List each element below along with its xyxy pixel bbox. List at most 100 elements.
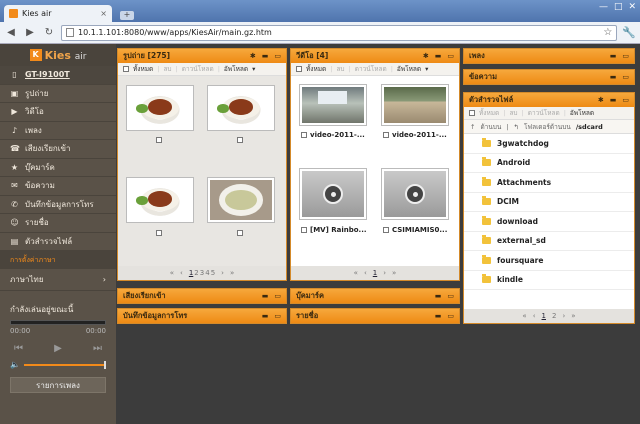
address-bar[interactable]: 10.1.1.101:8080/www/apps/KiesAir/main.gz… xyxy=(61,24,618,41)
minimize-panel-icon[interactable]: ▬ xyxy=(262,292,269,300)
maximize-panel-icon[interactable]: ▭ xyxy=(622,73,629,81)
prev-page-icon[interactable]: ‹ xyxy=(180,269,183,277)
sidebar-item-call-log[interactable]: ✆ บันทึกข้อมูลการโทร xyxy=(0,196,116,214)
volume-knob[interactable] xyxy=(104,360,106,369)
first-page-icon[interactable]: « xyxy=(170,269,174,277)
delete-button[interactable]: ลบ xyxy=(163,64,171,74)
page-link[interactable]: 3 xyxy=(200,269,204,277)
chevron-down-icon[interactable]: ▾ xyxy=(425,65,428,73)
folder-row[interactable]: foursquare xyxy=(464,251,634,271)
folder-row[interactable]: download xyxy=(464,212,634,232)
folder-row[interactable]: 3gwatchdog xyxy=(464,134,634,154)
upload-button[interactable]: อัพโหลด xyxy=(397,64,421,74)
bookmark-star-icon[interactable]: ☆ xyxy=(603,27,612,38)
folder-row[interactable]: Attachments xyxy=(464,173,634,193)
delete-button[interactable]: ลบ xyxy=(336,64,344,74)
first-page-icon[interactable]: « xyxy=(354,269,358,277)
sidebar-item-message[interactable]: ✉ ข้อความ xyxy=(0,177,116,196)
photo-thumbnail[interactable] xyxy=(126,85,194,131)
photo-thumbnail[interactable] xyxy=(207,85,275,131)
minimize-panel-icon[interactable]: ▬ xyxy=(262,312,269,320)
select-all-checkbox[interactable] xyxy=(123,66,129,72)
folder-row[interactable]: external_sd xyxy=(464,232,634,251)
sidebar-item-music[interactable]: ♪ เพลง xyxy=(0,122,116,140)
next-track-icon[interactable]: ⏭ xyxy=(93,343,102,354)
video-thumbnail[interactable] xyxy=(299,84,367,126)
url-text[interactable]: 10.1.1.101:8080/www/apps/KiesAir/main.gz… xyxy=(78,28,603,37)
folder-row[interactable]: Android xyxy=(464,154,634,173)
playlist-button[interactable]: รายการเพลง xyxy=(10,377,106,393)
reload-icon[interactable]: ↻ xyxy=(42,26,56,40)
minimize-panel-icon[interactable]: ▬ xyxy=(435,52,442,60)
prev-page-icon[interactable]: ‹ xyxy=(533,312,536,320)
sidebar-item-bookmark[interactable]: ★ บุ๊คมาร์ค xyxy=(0,159,116,177)
chevron-down-icon[interactable]: ▾ xyxy=(252,65,255,73)
select-all-label[interactable]: ทั้งหมด xyxy=(306,64,326,74)
download-button[interactable]: ดาวน์โหลด xyxy=(528,108,560,118)
page-link[interactable]: 2 xyxy=(194,269,198,277)
photo-checkbox[interactable] xyxy=(156,137,162,143)
video-thumbnail[interactable] xyxy=(381,168,449,220)
select-all-label[interactable]: ทั้งหมด xyxy=(479,108,499,118)
page-link[interactable]: 4 xyxy=(205,269,209,277)
delete-button[interactable]: ลบ xyxy=(509,108,517,118)
last-page-icon[interactable]: » xyxy=(571,312,575,320)
last-page-icon[interactable]: » xyxy=(230,269,234,277)
tab-close-icon[interactable]: × xyxy=(100,9,107,18)
minimize-panel-icon[interactable]: ▬ xyxy=(435,292,442,300)
minimize-panel-icon[interactable]: ▬ xyxy=(262,52,269,60)
photo-thumbnail[interactable] xyxy=(126,177,194,223)
page-link[interactable]: 1 xyxy=(373,269,377,277)
minimize-panel-icon[interactable]: ▬ xyxy=(610,73,617,81)
video-thumbnail[interactable] xyxy=(299,168,367,220)
photo-checkbox[interactable] xyxy=(156,230,162,236)
page-link[interactable]: 1 xyxy=(542,312,546,320)
upload-button[interactable]: อัพโหลด xyxy=(570,108,594,118)
volume-slider[interactable] xyxy=(23,360,106,369)
back-icon[interactable]: ◀ xyxy=(4,26,18,40)
video-label[interactable]: video-2011-... xyxy=(383,131,447,139)
video-thumbnail[interactable] xyxy=(381,84,449,126)
minimize-panel-icon[interactable]: ▬ xyxy=(610,96,617,104)
photo-checkbox[interactable] xyxy=(237,230,243,236)
video-label[interactable]: video-2011-... xyxy=(301,131,365,139)
page-link[interactable]: 2 xyxy=(552,312,556,320)
upload-button[interactable]: อัพโหลด xyxy=(224,64,248,74)
folder-row[interactable]: kindle xyxy=(464,271,634,290)
sidebar-item-file-explorer[interactable]: ▤ ตัวสำรวจไฟล์ xyxy=(0,233,116,251)
video-label[interactable]: [MV] Rainbo... xyxy=(301,226,367,234)
window-close-icon[interactable]: ✕ xyxy=(628,2,636,12)
download-button[interactable]: ดาวน์โหลด xyxy=(182,64,214,74)
maximize-panel-icon[interactable]: ▭ xyxy=(447,292,454,300)
maximize-icon[interactable]: □ xyxy=(614,2,623,12)
maximize-panel-icon[interactable]: ▭ xyxy=(447,52,454,60)
sidebar-item-ringtone[interactable]: ☎ เสียงเรียกเข้า xyxy=(0,140,116,159)
up-arrow-icon[interactable]: ↑ xyxy=(470,123,475,131)
language-selector[interactable]: ภาษาไทย › xyxy=(0,269,116,291)
wrench-icon[interactable]: 🔧 xyxy=(622,26,636,39)
next-page-icon[interactable]: › xyxy=(221,269,224,277)
play-icon[interactable]: ▶ xyxy=(54,343,62,354)
maximize-panel-icon[interactable]: ▭ xyxy=(622,52,629,60)
download-button[interactable]: ดาวน์โหลด xyxy=(355,64,387,74)
video-label[interactable]: CSIMIAMIS0... xyxy=(383,226,447,234)
maximize-panel-icon[interactable]: ▭ xyxy=(274,52,281,60)
sidebar-item-photo[interactable]: ▣ รูปถ่าย xyxy=(0,85,116,103)
photo-checkbox[interactable] xyxy=(237,137,243,143)
new-tab-button[interactable]: + xyxy=(120,11,134,20)
select-all-label[interactable]: ทั้งหมด xyxy=(133,64,153,74)
forward-icon[interactable]: ▶ xyxy=(23,26,37,40)
prev-page-icon[interactable]: ‹ xyxy=(364,269,367,277)
previous-track-icon[interactable]: ⏮ xyxy=(14,343,23,354)
first-page-icon[interactable]: « xyxy=(522,312,526,320)
select-all-checkbox[interactable] xyxy=(296,66,302,72)
maximize-panel-icon[interactable]: ▭ xyxy=(447,312,454,320)
device-item[interactable]: ▯ GT-I9100T xyxy=(0,66,116,85)
minimize-panel-icon[interactable]: ▬ xyxy=(435,312,442,320)
sidebar-item-contacts[interactable]: ☺ รายชื่อ xyxy=(0,214,116,233)
last-page-icon[interactable]: » xyxy=(392,269,396,277)
select-all-checkbox[interactable] xyxy=(469,110,475,116)
minimize-icon[interactable]: — xyxy=(599,2,608,12)
maximize-panel-icon[interactable]: ▭ xyxy=(274,312,281,320)
page-link[interactable]: 5 xyxy=(211,269,215,277)
